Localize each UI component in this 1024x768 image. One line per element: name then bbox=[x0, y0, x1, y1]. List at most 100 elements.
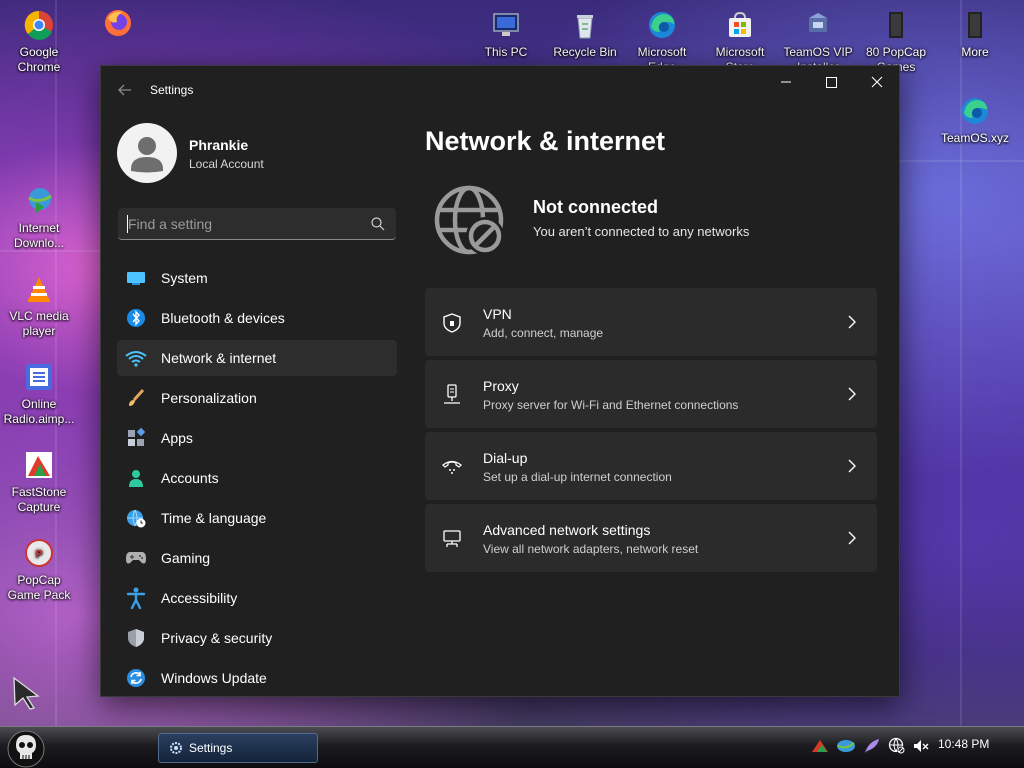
desktop-icon-label: PopCap Game Pack bbox=[7, 573, 71, 602]
chrome-icon bbox=[22, 8, 56, 42]
desktop-icon-label: Recycle Bin bbox=[553, 45, 617, 59]
desktop-icon-label: FastStone Capture bbox=[11, 485, 67, 514]
desktop-icon-faststone-capture[interactable]: FastStone Capture bbox=[1, 448, 77, 515]
computer-icon bbox=[489, 8, 523, 42]
firefox-icon bbox=[101, 6, 135, 40]
desktop-icon-this-pc[interactable]: This PC bbox=[468, 8, 544, 60]
desktop-icon-popcap-game-pack[interactable]: P PopCap Game Pack bbox=[1, 536, 77, 603]
nav-item-label: System bbox=[161, 270, 208, 286]
nav-item-windows-update[interactable]: Windows Update bbox=[117, 660, 397, 696]
settings-window: Settings Phrankie Local Account Find a s… bbox=[100, 65, 900, 697]
nav-item-personalization[interactable]: Personalization bbox=[117, 380, 397, 416]
folder-icon bbox=[879, 8, 913, 42]
wifi-icon bbox=[125, 347, 147, 369]
edge-icon bbox=[958, 94, 992, 128]
bluetooth-icon bbox=[125, 307, 147, 329]
nav-item-label: Gaming bbox=[161, 550, 211, 566]
account-type: Local Account bbox=[189, 157, 264, 171]
installer-icon bbox=[801, 8, 835, 42]
back-button[interactable] bbox=[115, 80, 135, 100]
desktop-icon-online-radio[interactable]: Online Radio.aimp... bbox=[1, 360, 77, 427]
network-tray-icon[interactable] bbox=[888, 737, 906, 760]
feather-tray-icon[interactable] bbox=[862, 738, 882, 759]
search-input[interactable]: Find a setting bbox=[118, 208, 396, 240]
nav-item-network-internet[interactable]: Network & internet bbox=[117, 340, 397, 376]
title-bar[interactable]: Settings bbox=[101, 66, 899, 114]
maximize-button[interactable] bbox=[808, 66, 854, 98]
popcap-icon: P bbox=[22, 536, 56, 570]
clock[interactable]: 10:48 PM bbox=[938, 737, 989, 751]
dialup-card[interactable]: Dial-up Set up a dial-up internet connec… bbox=[425, 432, 877, 500]
advanced-network-settings-card[interactable]: Advanced network settings View all netwo… bbox=[425, 504, 877, 572]
search-placeholder: Find a setting bbox=[128, 216, 213, 232]
tray-app-icon[interactable] bbox=[810, 738, 830, 759]
system-tray bbox=[810, 737, 930, 759]
card-title: VPN bbox=[483, 306, 512, 322]
chevron-right-icon bbox=[845, 457, 859, 475]
shield-icon bbox=[125, 627, 147, 649]
card-subtitle: View all network adapters, network reset bbox=[483, 542, 699, 556]
close-button[interactable] bbox=[854, 66, 900, 98]
nav-item-accessibility[interactable]: Accessibility bbox=[117, 580, 397, 616]
globe-blocked-icon bbox=[433, 184, 509, 260]
nav-item-time-language[interactable]: Time & language bbox=[117, 500, 397, 536]
minimize-button[interactable] bbox=[763, 66, 809, 98]
nav-item-accounts[interactable]: Accounts bbox=[117, 460, 397, 496]
gamepad-icon bbox=[125, 547, 147, 569]
proxy-icon bbox=[441, 384, 463, 406]
desktop-icon-vlc[interactable]: VLC media player bbox=[1, 272, 77, 339]
nav-item-label: Accounts bbox=[161, 470, 219, 486]
nav-item-label: Time & language bbox=[161, 510, 267, 526]
card-title: Advanced network settings bbox=[483, 522, 651, 538]
window-title: Settings bbox=[150, 83, 194, 97]
accessibility-icon bbox=[125, 587, 147, 609]
edge-icon bbox=[645, 8, 679, 42]
monitor-icon bbox=[125, 267, 147, 289]
nav-item-label: Windows Update bbox=[161, 670, 267, 686]
nav-item-bluetooth-devices[interactable]: Bluetooth & devices bbox=[117, 300, 397, 336]
settings-nav: System Bluetooth & devices Network & int… bbox=[117, 260, 397, 700]
nav-item-label: Bluetooth & devices bbox=[161, 310, 285, 326]
connection-status-subtitle: You aren’t connected to any networks bbox=[533, 224, 750, 239]
taskbar: Settings 10:48 PM bbox=[0, 726, 1024, 768]
nav-item-label: Apps bbox=[161, 430, 193, 446]
desktop-icon-more[interactable]: More bbox=[937, 8, 1013, 60]
connection-status-title: Not connected bbox=[533, 197, 659, 217]
desktop-icon-label: Google Chrome bbox=[17, 45, 61, 74]
faststone-icon bbox=[22, 448, 56, 482]
card-subtitle: Set up a dial-up internet connection bbox=[483, 470, 672, 484]
proxy-card[interactable]: Proxy Proxy server for Wi-Fi and Etherne… bbox=[425, 360, 877, 428]
desktop-icon-internet-download-manager[interactable]: Internet Downlo... bbox=[1, 184, 77, 251]
playlist-icon bbox=[22, 360, 56, 394]
nav-item-apps[interactable]: Apps bbox=[117, 420, 397, 456]
vpn-shield-icon bbox=[441, 312, 463, 334]
vpn-card[interactable]: VPN Add, connect, manage bbox=[425, 288, 877, 356]
svg-text:P: P bbox=[35, 549, 42, 560]
desktop-icon-recycle-bin[interactable]: Recycle Bin bbox=[547, 8, 623, 60]
gear-icon bbox=[170, 742, 182, 754]
minimize-icon bbox=[781, 81, 791, 83]
idm-icon bbox=[22, 184, 56, 218]
person-icon bbox=[125, 467, 147, 489]
search-icon bbox=[371, 217, 385, 231]
nav-item-system[interactable]: System bbox=[117, 260, 397, 296]
nav-item-label: Personalization bbox=[161, 390, 257, 406]
desktop-icon-teamos-xyz[interactable]: TeamOS.xyz bbox=[937, 94, 1013, 146]
desktop-icon-label: Internet Downlo... bbox=[13, 221, 65, 250]
chevron-right-icon bbox=[845, 385, 859, 403]
desktop-icon-firefox[interactable] bbox=[80, 6, 156, 43]
taskbar-button-label: Settings bbox=[189, 741, 233, 755]
volume-muted-icon[interactable] bbox=[912, 737, 930, 760]
start-button[interactable] bbox=[4, 729, 48, 768]
taskbar-button-settings[interactable]: Settings bbox=[158, 733, 318, 763]
store-icon bbox=[723, 8, 757, 42]
page-title: Network & internet bbox=[425, 126, 666, 156]
skull-start-icon bbox=[7, 730, 45, 768]
nav-item-label: Privacy & security bbox=[161, 630, 273, 646]
card-subtitle: Proxy server for Wi-Fi and Ethernet conn… bbox=[483, 398, 739, 412]
nav-item-privacy-security[interactable]: Privacy & security bbox=[117, 620, 397, 656]
nav-item-gaming[interactable]: Gaming bbox=[117, 540, 397, 576]
idm-tray-icon[interactable] bbox=[836, 738, 856, 759]
desktop-icon-google-chrome[interactable]: Google Chrome bbox=[1, 8, 77, 75]
nav-item-label: Accessibility bbox=[161, 590, 238, 606]
